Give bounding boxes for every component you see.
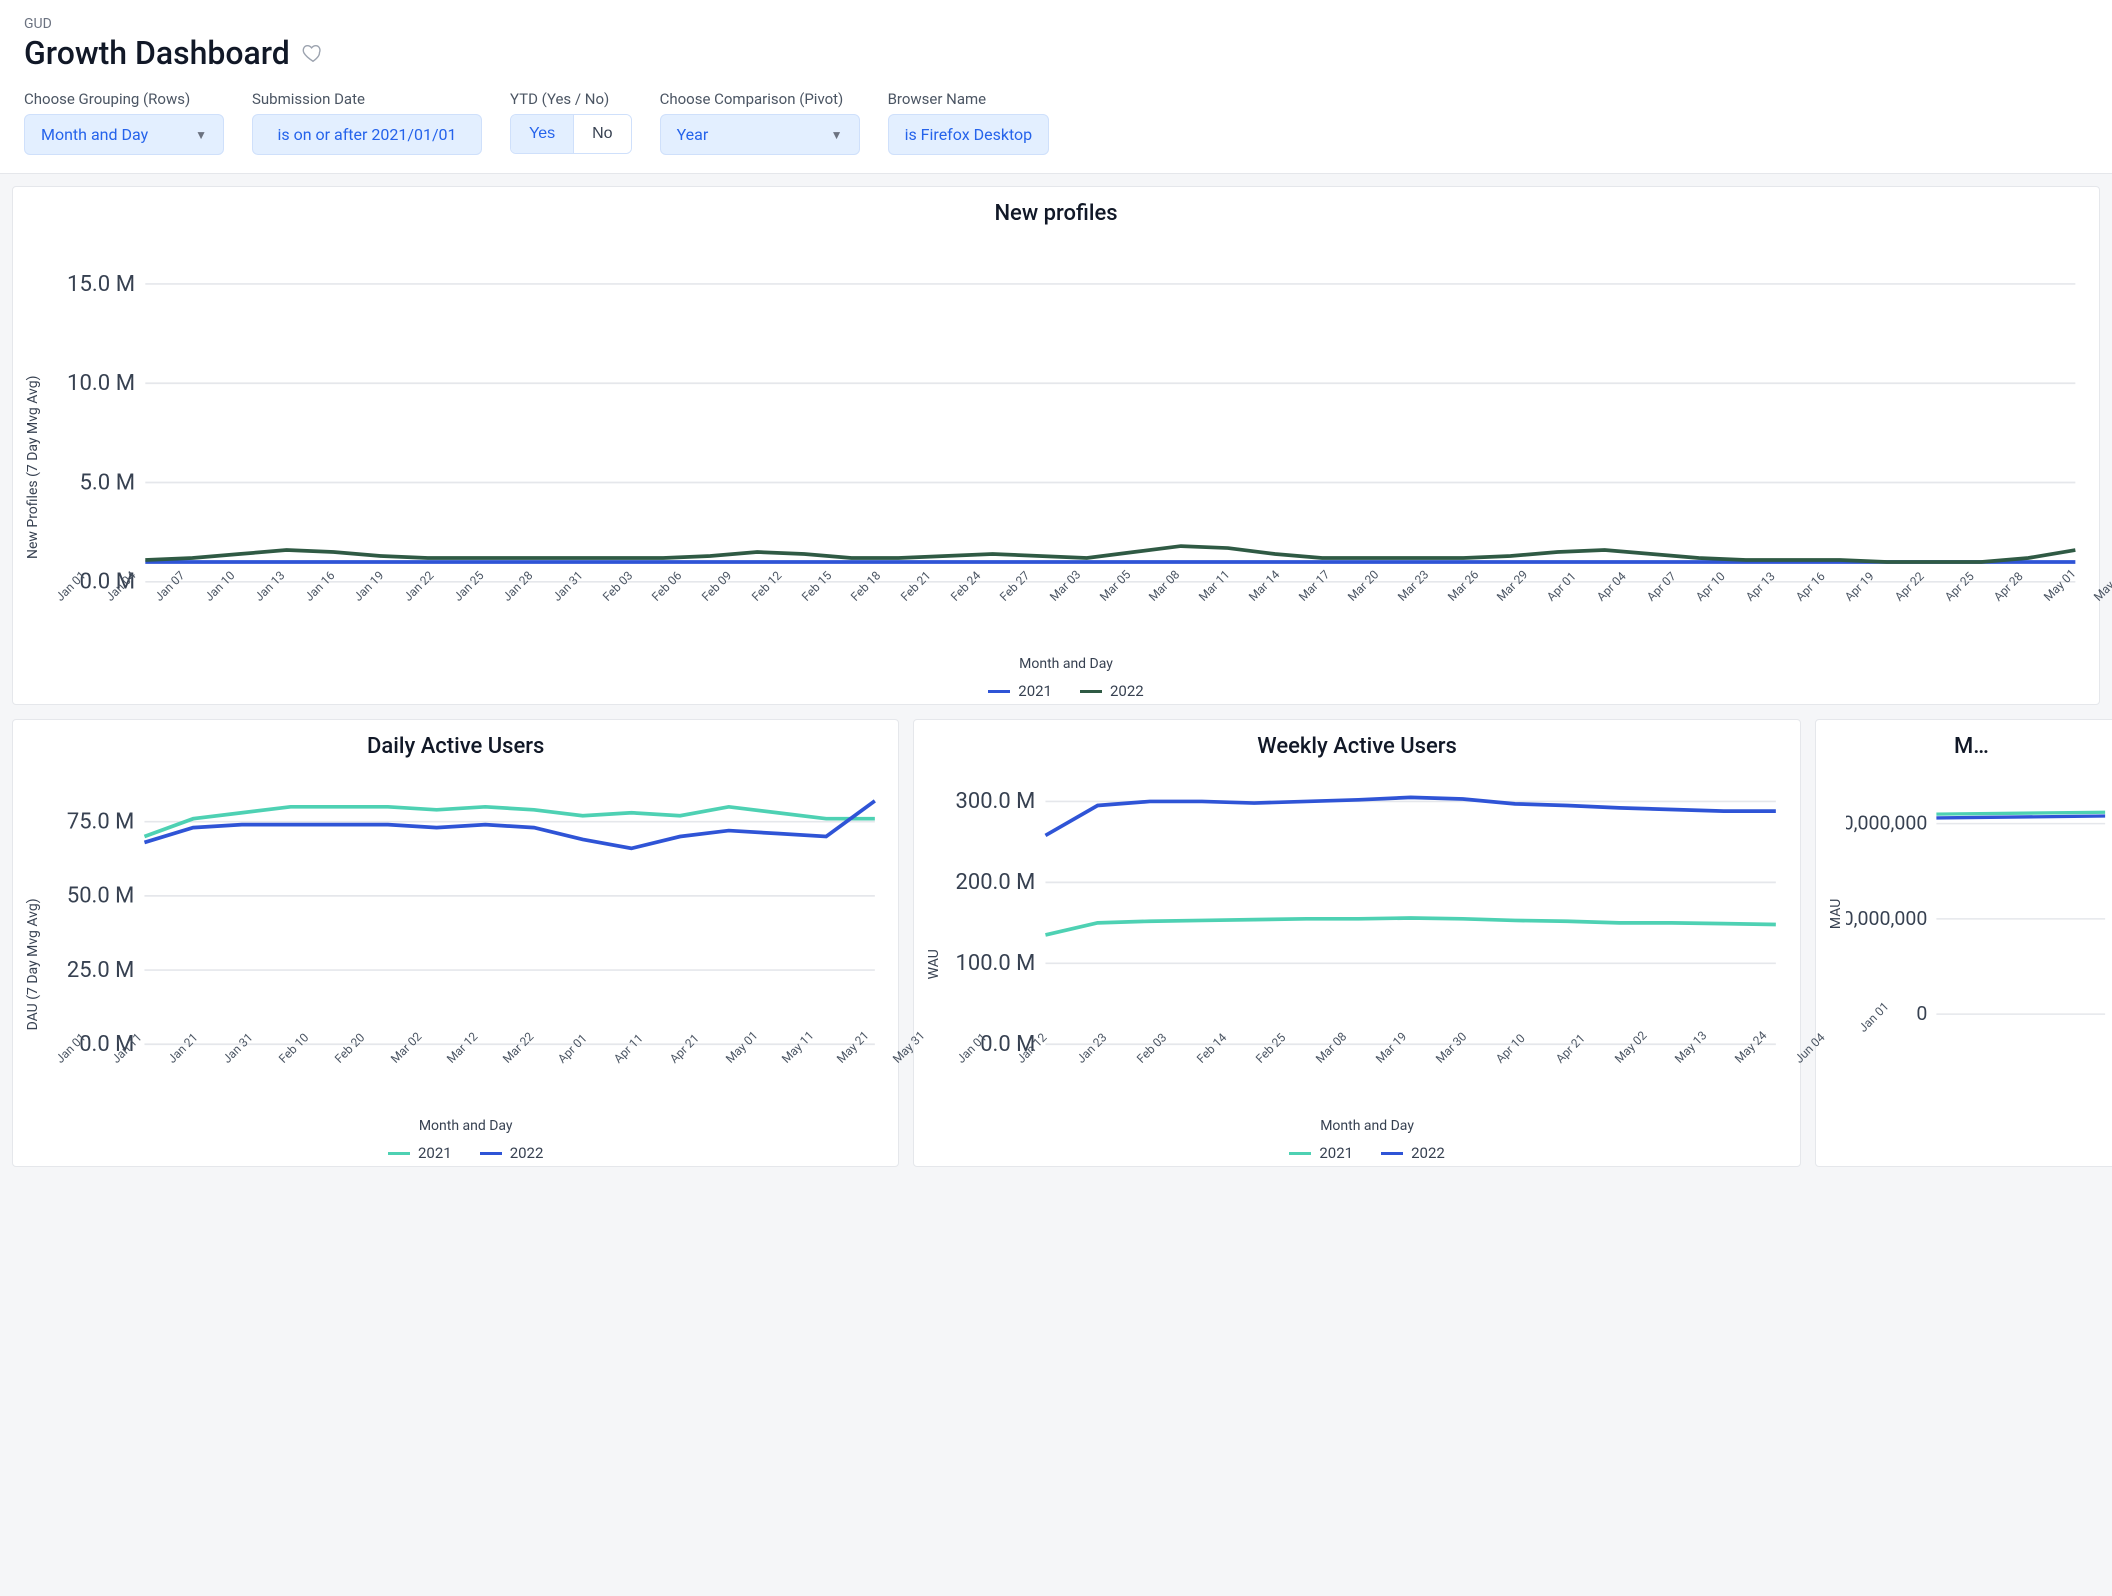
y-axis-label: New Profiles (7 Day Mvg Avg) xyxy=(23,234,43,700)
ytd-yes-button[interactable]: Yes xyxy=(511,115,573,153)
x-axis-ticks: Jan 01Jan 11Jan 21Jan 31Feb 10Feb 20Mar … xyxy=(43,1054,888,1092)
browser-filter[interactable]: is Firefox Desktop xyxy=(888,114,1050,155)
chart-svg-dau: 0.0 M25.0 M50.0 M75.0 M xyxy=(43,767,888,1054)
grouping-value: Month and Day xyxy=(41,125,148,144)
legend-2022: 2022 xyxy=(1080,682,1144,700)
chart-legend: 2021 2022 xyxy=(43,682,2089,700)
legend-2021: 2021 xyxy=(988,682,1052,700)
chart-card-new-profiles: New profiles New Profiles (7 Day Mvg Avg… xyxy=(12,186,2100,705)
chart-svg-mau: 0 100,000,000 200,000,000 xyxy=(1846,767,2112,1023)
submission-date-filter[interactable]: is on or after 2021/01/01 xyxy=(252,114,482,155)
browser-label: Browser Name xyxy=(888,90,1050,108)
chart-title: New profiles xyxy=(23,201,2089,226)
svg-text:200.0 M: 200.0 M xyxy=(956,870,1036,895)
chevron-down-icon: ▼ xyxy=(195,128,207,142)
dashboard-content: New profiles New Profiles (7 Day Mvg Avg… xyxy=(0,174,2112,1193)
dashboard-header: GUD Growth Dashboard Choose Grouping (Ro… xyxy=(0,0,2112,174)
grouping-select[interactable]: Month and Day ▼ xyxy=(24,114,224,155)
svg-text:25.0 M: 25.0 M xyxy=(67,958,134,983)
filter-bar: Choose Grouping (Rows) Month and Day ▼ S… xyxy=(24,90,2088,173)
chart-card-mau: M… MAU 0 100,000,000 200,000,000 Jan 01Jan… xyxy=(1815,719,2112,1167)
chart-legend: 2021 2022 xyxy=(944,1144,1789,1162)
chart-svg-wau: 0.0 M100.0 M200.0 M300.0 M xyxy=(944,767,1789,1054)
ytd-no-button[interactable]: No xyxy=(573,115,630,153)
ytd-label: YTD (Yes / No) xyxy=(510,90,632,108)
svg-text:50.0 M: 50.0 M xyxy=(67,884,134,909)
breadcrumb[interactable]: GUD xyxy=(24,16,2088,32)
y-axis-label: WAU xyxy=(924,767,944,1162)
x-axis-ticks: Jan 01Jan 04Jan 07Jan 10Jan 13Jan 16Jan … xyxy=(43,592,2089,630)
y-axis-label: MAU xyxy=(1826,767,1846,1061)
x-axis-label: Month and Day xyxy=(944,1118,1789,1134)
ytd-toggle: Yes No xyxy=(510,114,632,154)
svg-text:200,000,000: 200,000,000 xyxy=(1846,812,1927,835)
svg-text:10.0 M: 10.0 M xyxy=(67,370,135,396)
x-axis-label: Month and Day xyxy=(43,656,2089,672)
x-axis-label: Month and Day xyxy=(43,1118,888,1134)
comparison-label: Choose Comparison (Pivot) xyxy=(660,90,860,108)
chart-title: Daily Active Users xyxy=(23,734,888,759)
svg-text:15.0 M: 15.0 M xyxy=(67,271,135,297)
comparison-select[interactable]: Year ▼ xyxy=(660,114,860,155)
chart-card-dau: Daily Active Users DAU (7 Day Mvg Avg) 0… xyxy=(12,719,899,1167)
svg-text:100.0 M: 100.0 M xyxy=(956,951,1036,976)
submission-date-value: is on or after 2021/01/01 xyxy=(277,125,456,144)
chart-title: M… xyxy=(1826,734,2112,759)
svg-text:5.0 M: 5.0 M xyxy=(79,469,135,495)
chart-legend: 2021 2022 xyxy=(43,1144,888,1162)
grouping-label: Choose Grouping (Rows) xyxy=(24,90,224,108)
y-axis-label: DAU (7 Day Mvg Avg) xyxy=(23,767,43,1162)
submission-date-label: Submission Date xyxy=(252,90,482,108)
browser-value: is Firefox Desktop xyxy=(905,125,1033,144)
chart-svg-new-profiles: 0.0 M5.0 M10.0 M15.0 M xyxy=(43,234,2089,592)
comparison-value: Year xyxy=(677,125,709,144)
svg-text:100,000,000: 100,000,000 xyxy=(1846,907,1927,930)
svg-text:300.0 M: 300.0 M xyxy=(956,789,1036,814)
x-axis-ticks: Jan 01Jan 12Jan 23Feb 03Feb 14Feb 25Mar … xyxy=(944,1054,1789,1092)
svg-text:0: 0 xyxy=(1916,1002,1927,1023)
x-axis-ticks: Jan 01Jan 12 xyxy=(1846,1023,2112,1061)
chart-title: Weekly Active Users xyxy=(924,734,1789,759)
chevron-down-icon: ▼ xyxy=(831,128,843,142)
favorite-heart-icon[interactable] xyxy=(302,42,324,64)
page-title: Growth Dashboard xyxy=(24,34,290,72)
chart-card-wau: Weekly Active Users WAU 0.0 M100.0 M200.… xyxy=(913,719,1800,1167)
svg-text:75.0 M: 75.0 M xyxy=(67,809,134,834)
